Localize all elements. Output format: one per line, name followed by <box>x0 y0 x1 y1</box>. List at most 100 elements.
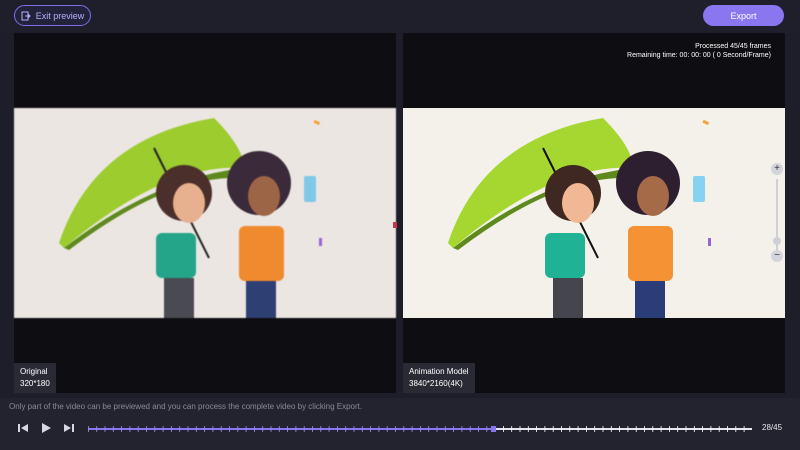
timeline-tick <box>146 426 147 432</box>
timeline-tick <box>204 426 205 432</box>
timeline-tick <box>121 426 122 432</box>
timeline-tick <box>527 426 529 432</box>
timeline-tick <box>303 426 305 432</box>
processing-status: Processed 45/45 frames Remaining time: 0… <box>627 42 771 60</box>
timeline-tick <box>544 426 546 432</box>
enhanced-preview-panel: Processed 45/45 frames Remaining time: 0… <box>403 33 785 393</box>
timeline-tick <box>386 426 388 432</box>
timeline-tick <box>735 426 737 432</box>
timeline-tick <box>353 426 355 432</box>
timeline-track[interactable] <box>88 426 752 432</box>
timeline-tick <box>478 426 479 432</box>
original-label: Original 320*180 <box>14 363 56 393</box>
timeline-tick <box>179 426 181 432</box>
enhanced-label: Animation Model 3840*2160(4K) <box>403 363 475 393</box>
timeline-tick <box>320 426 322 432</box>
timeline-tick <box>171 426 172 432</box>
timeline-tick <box>569 426 571 432</box>
timeline-tick <box>561 426 562 432</box>
timeline-tick <box>660 426 662 432</box>
timeline-tick <box>187 426 189 432</box>
timeline-tick <box>137 426 139 432</box>
timeline-tick <box>511 426 513 432</box>
zoom-in-button[interactable]: + <box>771 163 783 175</box>
original-video-frame <box>14 108 396 318</box>
timeline-tick <box>295 426 297 432</box>
timeline-tick <box>112 426 114 432</box>
timeline-tick <box>428 426 430 432</box>
timeline-tick <box>378 426 380 432</box>
timeline-tick <box>644 426 645 432</box>
processed-frames-text: Processed 45/45 frames <box>695 43 771 50</box>
timeline-tick <box>278 426 280 432</box>
cartoon-scene-image <box>59 118 322 318</box>
timeline-tick <box>461 426 463 432</box>
timeline-tick <box>486 426 488 432</box>
timeline-tick <box>444 426 446 432</box>
timeline-tick <box>702 426 703 432</box>
timeline-tick <box>577 426 579 432</box>
timeline-tick <box>88 426 89 432</box>
timeline-tick <box>162 426 164 432</box>
timeline-tick <box>610 426 612 432</box>
timeline-tick <box>312 426 313 432</box>
timeline-tick <box>345 426 347 432</box>
timeline-tick <box>727 426 728 432</box>
step-forward-icon[interactable] <box>62 421 76 435</box>
timeline-tick <box>403 426 405 432</box>
zoom-control: + − <box>770 163 784 263</box>
timeline-tick <box>245 426 247 432</box>
timeline-tick <box>552 426 554 432</box>
timeline-playhead[interactable] <box>491 426 497 432</box>
timeline-tick <box>337 426 338 432</box>
timeline-tick <box>195 426 197 432</box>
zoom-out-button[interactable]: − <box>771 250 783 262</box>
exit-preview-label: Exit preview <box>35 10 85 21</box>
enhanced-video-frame <box>403 108 785 318</box>
timeline-tick <box>270 426 272 432</box>
timeline-tick <box>503 426 504 432</box>
timeline-tick <box>685 426 687 432</box>
export-button[interactable]: Export <box>703 5 784 26</box>
timeline-tick <box>710 426 712 432</box>
timeline-progress <box>88 428 494 430</box>
exit-icon <box>21 11 31 20</box>
timeline-tick <box>669 426 670 432</box>
original-title: Original <box>20 367 48 376</box>
timeline-tick <box>420 426 421 432</box>
timeline-graphic <box>88 426 752 432</box>
timeline-tick <box>237 426 239 432</box>
timeline-tick <box>627 426 629 432</box>
playback-footer: Only part of the video can be previewed … <box>0 398 800 450</box>
timeline-tick <box>519 426 521 432</box>
zoom-slider-handle[interactable] <box>773 237 781 245</box>
timeline-tick <box>328 426 330 432</box>
timeline-tick <box>693 426 695 432</box>
timeline-tick <box>262 426 264 432</box>
play-icon[interactable] <box>39 421 53 435</box>
enhanced-title: Animation Model <box>409 367 469 376</box>
timeline-tick <box>220 426 222 432</box>
timeline-tick <box>635 426 637 432</box>
timeline-tick <box>453 426 454 432</box>
timeline-tick <box>129 426 131 432</box>
original-resolution: 320*180 <box>20 379 50 388</box>
cartoon-scene-image <box>448 118 711 318</box>
remaining-time-text: Remaining time: 00: 00: 00 ( 0 Second/Fr… <box>627 52 771 59</box>
timeline-tick <box>718 426 720 432</box>
timeline-tick <box>361 426 363 432</box>
exit-preview-button[interactable]: Exit preview <box>14 5 91 26</box>
timeline-tick <box>743 426 745 432</box>
timeline-tick <box>677 426 679 432</box>
step-back-icon[interactable] <box>16 421 30 435</box>
timeline-tick <box>411 426 413 432</box>
timeline-tick <box>652 426 654 432</box>
timeline-tick <box>395 426 396 432</box>
timeline-tick <box>287 426 288 432</box>
timeline-tick <box>602 426 604 432</box>
timeline-tick <box>536 426 537 432</box>
preview-hint-text: Only part of the video can be previewed … <box>9 402 363 411</box>
timeline-tick <box>254 426 255 432</box>
original-preview-panel: Original 320*180 <box>14 33 396 393</box>
timeline-tick <box>436 426 438 432</box>
